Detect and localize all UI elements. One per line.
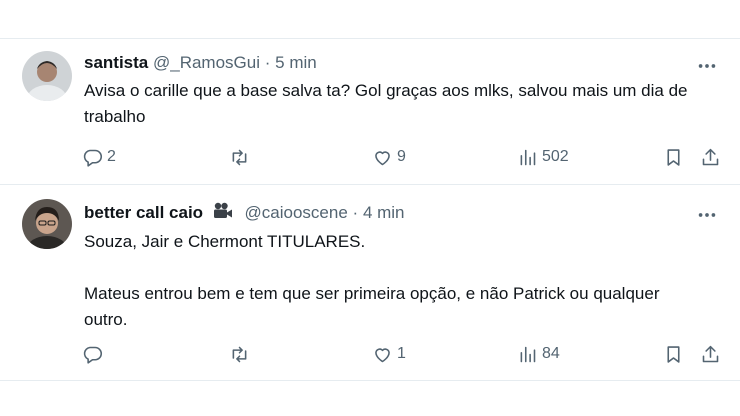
reply-icon [83, 149, 103, 167]
tweet-text-line: Mateus entrou bem e tem que ser primeira… [84, 284, 660, 329]
avatar[interactable] [22, 199, 72, 249]
reply-button[interactable] [82, 342, 107, 366]
reply-icon [83, 346, 103, 364]
view-count: 84 [542, 345, 560, 362]
tweet-feed: santista @_RamosGui · 5 min Avisa o cari… [0, 0, 740, 416]
bookmark-button[interactable] [663, 342, 684, 366]
retweet-icon [232, 346, 247, 362]
like-count: 9 [397, 148, 406, 165]
analytics-icon [520, 149, 536, 165]
tweet-header: santista @_RamosGui · 5 min [84, 52, 317, 74]
heart-icon [375, 150, 390, 165]
more-options-icon[interactable] [696, 204, 718, 226]
separator: · [352, 203, 359, 222]
views-button[interactable]: 502 [517, 145, 569, 169]
more-options-icon[interactable] [696, 55, 718, 77]
like-button[interactable]: 9 [372, 145, 406, 169]
tweet-header: better call caio @caiooscene · 4 min [84, 202, 405, 224]
heart-icon [375, 347, 390, 362]
share-button[interactable] [700, 342, 721, 366]
tweet-text-line: Souza, Jair e Chermont TITULARES. [84, 232, 366, 251]
movie-camera-icon [213, 202, 232, 218]
reply-count: 2 [107, 148, 116, 165]
share-button[interactable] [700, 145, 721, 169]
like-button[interactable]: 1 [372, 342, 406, 366]
timestamp[interactable]: 5 min [275, 53, 317, 72]
tweet-text: Avisa o carille que a base salva ta? Gol… [84, 78, 704, 130]
views-button[interactable]: 84 [517, 342, 560, 366]
retweet-button[interactable] [229, 145, 254, 169]
tweet-text: Souza, Jair e Chermont TITULARES. Mateus… [84, 229, 704, 333]
analytics-icon [520, 346, 536, 362]
user-avatar [22, 51, 72, 101]
bookmark-button[interactable] [663, 145, 684, 169]
separator: · [264, 53, 271, 72]
user-avatar [22, 199, 72, 249]
bookmark-icon [667, 148, 680, 166]
display-name[interactable]: better call caio [84, 203, 203, 222]
retweet-button[interactable] [229, 342, 254, 366]
tweet[interactable]: better call caio @caiooscene · 4 min Sou… [0, 184, 740, 380]
tweet-actions: 1 84 [0, 342, 740, 366]
display-name[interactable]: santista [84, 53, 148, 72]
tweet-text-line: Avisa o carille que a base salva ta? Gol… [84, 81, 688, 126]
share-icon [702, 345, 719, 362]
view-count: 502 [542, 148, 569, 165]
tweet[interactable]: santista @_RamosGui · 5 min Avisa o cari… [0, 38, 740, 184]
tweet-actions: 2 9 502 [0, 145, 740, 169]
retweet-icon [232, 149, 247, 165]
avatar[interactable] [22, 51, 72, 101]
user-handle[interactable]: @caiooscene [245, 203, 348, 222]
share-icon [702, 148, 719, 165]
like-count: 1 [397, 345, 406, 362]
user-handle[interactable]: @_RamosGui [153, 53, 260, 72]
bookmark-icon [667, 345, 680, 363]
timestamp[interactable]: 4 min [363, 203, 405, 222]
reply-button[interactable]: 2 [82, 145, 116, 169]
divider [0, 380, 740, 381]
